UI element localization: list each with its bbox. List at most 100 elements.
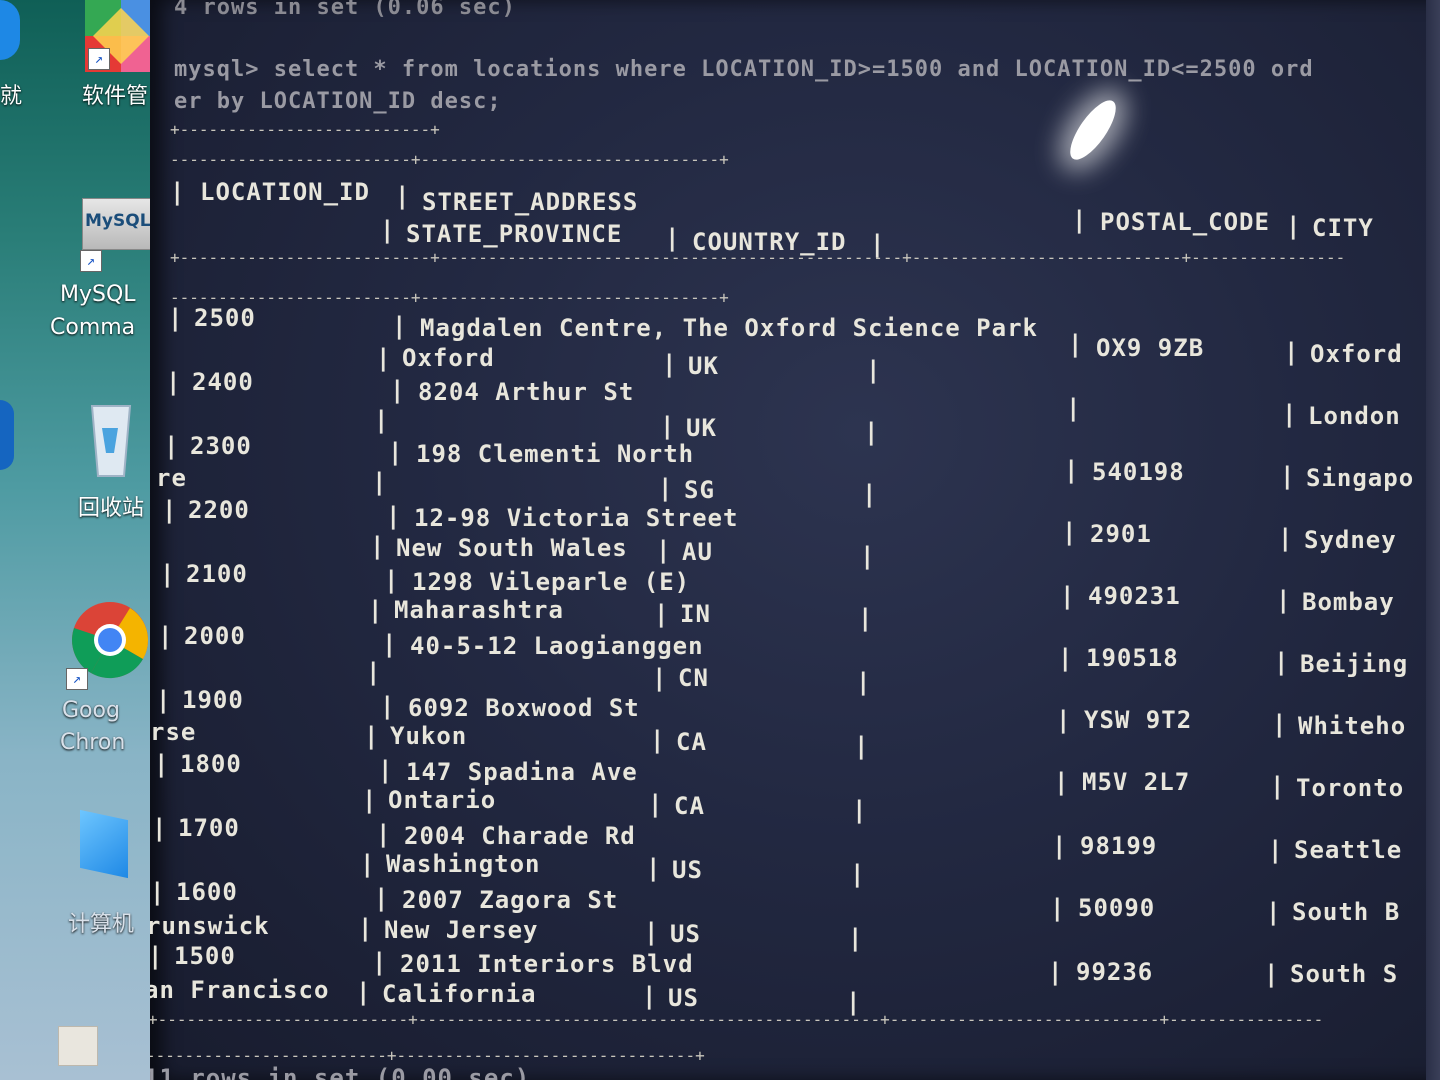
pipe: |: [848, 924, 863, 952]
pipe: |: [658, 474, 673, 502]
mysql-icon[interactable]: MySQL: [82, 198, 152, 250]
pipe: |: [1058, 644, 1073, 672]
cell-postal-code: 190518: [1086, 644, 1179, 672]
pipe: |: [1068, 330, 1083, 358]
pipe: |: [386, 502, 401, 530]
cell-postal-code: M5V 2L7: [1082, 768, 1191, 796]
cell-country-id: US: [668, 984, 699, 1012]
cell-country-id: CA: [674, 792, 705, 820]
cell-street-address: 147 Spadina Ave: [406, 758, 638, 786]
table-border-bottom: +--------------------------+------------…: [150, 1010, 1324, 1029]
partial-app-icon[interactable]: [0, 400, 14, 470]
cell-state-province: Ontario: [388, 786, 497, 814]
desktop-icon-label[interactable]: MySQL: [60, 282, 136, 307]
pipe: |: [1060, 582, 1075, 610]
cell-country-id: AU: [682, 538, 713, 566]
shortcut-arrow-icon: ↗: [80, 250, 102, 272]
pipe: |: [374, 406, 389, 434]
console-scrollbar[interactable]: [1426, 0, 1440, 1080]
cell-postal-code: 540198: [1092, 458, 1185, 486]
cell-city: Sydney: [1304, 526, 1397, 554]
cell-country-id: CN: [678, 664, 709, 692]
cell-street-address: 2004 Charade Rd: [404, 822, 636, 850]
cell-postal-code: 99236: [1076, 958, 1154, 986]
cell-street-address: 198 Clementi North: [416, 440, 695, 468]
partial-app-icon[interactable]: [0, 0, 20, 60]
table-border-bottom-wrap: -------------------------+--------------…: [150, 1046, 705, 1065]
pipe: |: [1062, 518, 1077, 546]
partial-icon-label: 就: [0, 84, 23, 109]
cell-location-id: 2100: [186, 560, 248, 588]
pipe: |: [152, 814, 167, 842]
cell-city: London: [1308, 402, 1401, 430]
header-location-id: LOCATION_ID: [200, 178, 370, 206]
header-street-address: STREET_ADDRESS: [422, 188, 639, 216]
cell-location-id: 2300: [190, 432, 252, 460]
cell-state-province: Washington: [386, 850, 541, 878]
pipe: |: [382, 630, 397, 658]
cell-location-id: 2500: [194, 304, 256, 332]
cell-country-id: CA: [676, 728, 707, 756]
pipe: |: [388, 438, 403, 466]
result-count-line: 11 rows in set (0.00 sec): [150, 1064, 531, 1080]
pipe: |: [370, 532, 385, 560]
cell-country-id: SG: [684, 476, 715, 504]
pipe: |: [162, 496, 177, 524]
cell-street-address: Magdalen Centre, The Oxford Science Park: [420, 314, 1038, 342]
cell-street-address: 6092 Boxwood St: [408, 694, 640, 722]
desktop-icon-label[interactable]: Comma: [50, 315, 135, 340]
pipe: |: [156, 686, 171, 714]
cell-street-address: 1298 Vileparle (E): [412, 568, 691, 596]
header-state-province: STATE_PROVINCE: [406, 220, 623, 248]
pipe: |: [372, 468, 387, 496]
partial-file-icon[interactable]: [58, 1026, 98, 1066]
cell-postal-code: 50090: [1078, 894, 1156, 922]
cell-city: South B: [1292, 898, 1401, 926]
cell-location-id: 2400: [192, 368, 254, 396]
pipe: |: [1280, 462, 1295, 490]
pipe: |: [1282, 400, 1297, 428]
pipe: |: [1050, 894, 1065, 922]
cell-country-id: UK: [688, 352, 719, 380]
desktop-icon-label[interactable]: Chron: [60, 730, 125, 755]
pipe: |: [1264, 960, 1279, 988]
cell-city: Beijing: [1300, 650, 1409, 678]
pipe: |: [380, 216, 395, 244]
cell-location-id: 2000: [184, 622, 246, 650]
cell-country-id: US: [670, 920, 701, 948]
table-border-top: +--------------------------+: [170, 120, 440, 139]
pipe: |: [644, 918, 659, 946]
desktop-icon-label[interactable]: 计算机: [68, 906, 134, 938]
cell-street-address: 2011 Interiors Blvd: [400, 950, 694, 978]
pipe: |: [395, 182, 410, 210]
cell-postal-code: YSW 9T2: [1084, 706, 1193, 734]
mysql-logo-text: MySQL: [85, 211, 151, 231]
pipe: |: [384, 566, 399, 594]
recycle-bin-icon[interactable]: [88, 398, 134, 478]
pipe: |: [1072, 206, 1087, 234]
cell-city: Toronto: [1296, 774, 1405, 802]
cell-city-wrap: runswick: [150, 912, 270, 940]
pipe: |: [866, 356, 881, 384]
header-city: CITY: [1312, 214, 1374, 242]
cell-city: Oxford: [1310, 340, 1403, 368]
pipe: |: [1272, 710, 1287, 738]
pipe: |: [648, 790, 663, 818]
pipe: |: [358, 914, 373, 942]
pipe: |: [364, 722, 379, 750]
pipe: |: [662, 350, 677, 378]
computer-icon[interactable]: [80, 809, 128, 879]
pipe: |: [862, 480, 877, 508]
cell-state-province: Oxford: [402, 344, 495, 372]
pipe: |: [1284, 338, 1299, 366]
cell-city: South S: [1290, 960, 1399, 988]
cell-city: Whiteho: [1298, 712, 1407, 740]
cell-postal-code: OX9 9ZB: [1096, 334, 1205, 362]
mysql-console-window[interactable]: 4 rows in set (0.06 sec) mysql> select *…: [150, 0, 1440, 1080]
desktop-icon-label[interactable]: 软件管: [82, 78, 148, 110]
desktop-area: ↗ 软件管 就 MySQL ↗ MySQL Comma 回收站 ↗ Goog C…: [0, 0, 168, 1080]
desktop-icon-label[interactable]: Goog: [62, 698, 120, 723]
cell-state-province: New Jersey: [384, 916, 539, 944]
pipe: |: [380, 692, 395, 720]
desktop-icon-label[interactable]: 回收站: [78, 490, 144, 522]
